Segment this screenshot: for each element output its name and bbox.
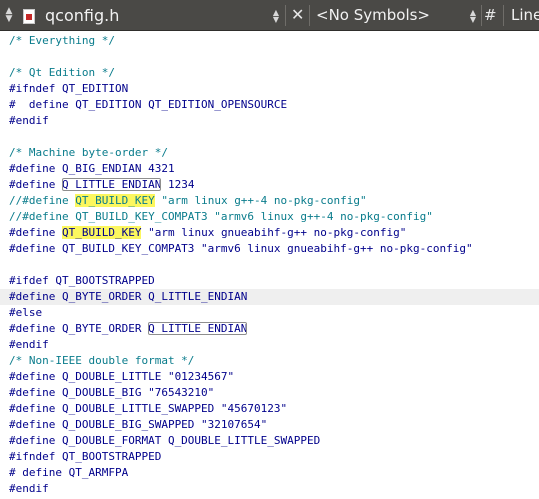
- code-text: "arm linux g++-4 no-pkg-config": [154, 194, 367, 207]
- code-line[interactable]: #define QT_BUILD_KEY_COMPAT3 "armv6 linu…: [0, 241, 539, 257]
- code-line[interactable]: //#define QT_BUILD_KEY_COMPAT3 "armv6 li…: [0, 209, 539, 225]
- code-line[interactable]: #define Q_DOUBLE_BIG_SWAPPED "32107654": [0, 417, 539, 433]
- symbols-dropdown[interactable]: <No Symbols>: [316, 6, 430, 24]
- code-text: 1234: [161, 178, 195, 191]
- code-line[interactable]: #define Q_DOUBLE_FORMAT Q_DOUBLE_LITTLE_…: [0, 433, 539, 449]
- code-line[interactable]: #define Q_DOUBLE_BIG "76543210": [0, 385, 539, 401]
- code-line[interactable]: #ifndef QT_EDITION: [0, 81, 539, 97]
- code-line[interactable]: #define QT_BUILD_KEY "arm linux gnueabih…: [0, 225, 539, 241]
- code-line[interactable]: #endif: [0, 337, 539, 353]
- file-name-dropdown[interactable]: qconfig.h: [45, 6, 119, 25]
- code-line[interactable]: #endif: [0, 113, 539, 129]
- code-text: //#define: [9, 194, 76, 207]
- editor-toolbar: ▲ ▼ qconfig.h ▲ ▼ ✕ <No Symbols> ▲ ▼ # Line: [0, 0, 539, 31]
- code-line[interactable]: #define Q_DOUBLE_LITTLE_SWAPPED "4567012…: [0, 401, 539, 417]
- symbols-chevron-icon[interactable]: ▲ ▼: [468, 9, 478, 24]
- code-line[interactable]: #define Q_DOUBLE_LITTLE "01234567": [0, 369, 539, 385]
- code-line[interactable]: [0, 49, 539, 65]
- code-line[interactable]: #define Q_LITTLE_ENDIAN 1234: [0, 177, 539, 193]
- code-line[interactable]: # define QT_EDITION QT_EDITION_OPENSOURC…: [0, 97, 539, 113]
- symbol-match-box: Q_LITTLE_ENDIAN: [61, 178, 162, 191]
- line-column-indicator[interactable]: Line: [511, 6, 539, 24]
- history-arrows-icon[interactable]: ▲ ▼: [3, 7, 15, 24]
- code-text: #define Q_BYTE_ORDER: [9, 322, 149, 335]
- toolbar-divider: [285, 5, 286, 26]
- search-highlight: QT_BUILD_KEY: [75, 194, 155, 207]
- code-line[interactable]: [0, 129, 539, 145]
- code-line[interactable]: //#define QT_BUILD_KEY "arm linux g++-4 …: [0, 193, 539, 209]
- code-line[interactable]: # define QT_ARMFPA: [0, 465, 539, 481]
- close-document-icon[interactable]: ✕: [291, 5, 304, 24]
- code-line[interactable]: /* Machine byte-order */: [0, 145, 539, 161]
- code-editor[interactable]: /* Everything */ /* Qt Edition */ #ifnde…: [0, 31, 539, 499]
- code-line[interactable]: #define Q_BIG_ENDIAN 4321: [0, 161, 539, 177]
- code-line[interactable]: #ifndef QT_BOOTSTRAPPED: [0, 449, 539, 465]
- code-line[interactable]: /* Everything */: [0, 33, 539, 49]
- hash-icon[interactable]: #: [484, 6, 497, 24]
- code-text: "arm linux gnueabihf-g++ no-pkg-config": [141, 226, 407, 239]
- code-text: #define: [9, 226, 62, 239]
- code-line[interactable]: #define Q_BYTE_ORDER Q_LITTLE_ENDIAN: [0, 321, 539, 337]
- file-icon: [23, 9, 35, 24]
- search-highlight: QT_BUILD_KEY: [61, 226, 142, 239]
- toolbar-divider: [481, 5, 482, 26]
- code-line[interactable]: /* Qt Edition */: [0, 65, 539, 81]
- code-line[interactable]: #endif: [0, 481, 539, 497]
- code-line[interactable]: #else: [0, 305, 539, 321]
- code-line[interactable]: #ifdef QT_BOOTSTRAPPED: [0, 273, 539, 289]
- current-code-line[interactable]: #define Q_BYTE_ORDER Q_LITTLE_ENDIAN: [0, 289, 539, 305]
- toolbar-divider: [503, 5, 504, 26]
- code-line[interactable]: /* Non-IEEE double format */: [0, 353, 539, 369]
- file-list-chevron-icon[interactable]: ▲ ▼: [271, 9, 281, 24]
- toolbar-divider: [309, 5, 310, 26]
- symbol-match-box: Q_LITTLE_ENDIAN: [148, 322, 248, 335]
- code-text: #define: [9, 178, 62, 191]
- code-line[interactable]: [0, 257, 539, 273]
